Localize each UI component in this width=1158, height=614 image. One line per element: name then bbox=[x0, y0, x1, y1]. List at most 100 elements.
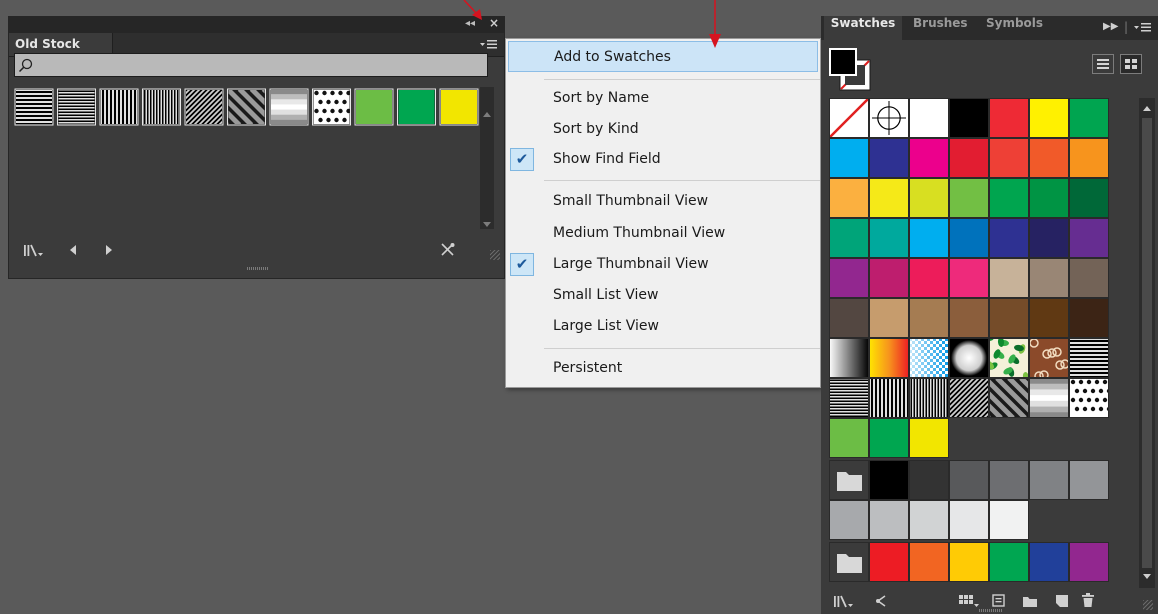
tools-icon[interactable] bbox=[440, 242, 456, 258]
tab-symbols[interactable]: Symbols bbox=[986, 16, 1043, 40]
swatch[interactable] bbox=[269, 88, 309, 126]
swatch[interactable] bbox=[984, 335, 1030, 382]
swatch[interactable] bbox=[829, 500, 869, 540]
old-stock-scrollbar[interactable] bbox=[480, 87, 494, 229]
swatch[interactable] bbox=[989, 500, 1029, 540]
swatch[interactable] bbox=[1029, 460, 1069, 500]
swatch[interactable] bbox=[829, 98, 869, 138]
scroll-down-arrow[interactable] bbox=[1143, 574, 1151, 579]
swatch[interactable] bbox=[1069, 378, 1111, 418]
swatch[interactable] bbox=[949, 542, 989, 582]
swatch[interactable] bbox=[869, 298, 909, 338]
library-menu-icon[interactable] bbox=[23, 242, 45, 258]
swatch[interactable] bbox=[829, 298, 869, 338]
swatch[interactable] bbox=[142, 88, 181, 126]
swatch[interactable] bbox=[989, 98, 1029, 138]
swatch[interactable] bbox=[1069, 542, 1109, 582]
swatch[interactable] bbox=[909, 138, 949, 178]
menu-item-medium-thumbnail-view[interactable]: Medium Thumbnail View bbox=[506, 218, 820, 249]
swatch[interactable] bbox=[1069, 298, 1109, 338]
resize-grip[interactable] bbox=[1143, 600, 1153, 610]
scroll-up-arrow[interactable] bbox=[1143, 106, 1151, 111]
swatch[interactable] bbox=[1029, 338, 1069, 380]
swatch-kind-icon[interactable] bbox=[873, 593, 889, 609]
panel-menu-icon[interactable] bbox=[1134, 21, 1154, 35]
panel-bottom-grip[interactable] bbox=[247, 267, 269, 270]
swatch[interactable] bbox=[949, 460, 989, 500]
swatch[interactable] bbox=[1069, 98, 1109, 138]
swatch[interactable] bbox=[949, 258, 989, 298]
scroll-up-arrow[interactable] bbox=[483, 112, 491, 117]
swatch[interactable] bbox=[869, 218, 909, 258]
swatch[interactable] bbox=[949, 178, 989, 218]
swatch[interactable] bbox=[869, 178, 909, 218]
swatch[interactable] bbox=[909, 338, 949, 378]
swatch[interactable] bbox=[989, 460, 1029, 500]
swatch[interactable] bbox=[949, 298, 989, 338]
swatch[interactable] bbox=[989, 298, 1029, 338]
swatch[interactable] bbox=[949, 338, 989, 378]
swatch[interactable] bbox=[909, 542, 949, 582]
swatch[interactable] bbox=[909, 378, 950, 418]
swatch[interactable] bbox=[949, 500, 989, 540]
swatch[interactable] bbox=[1029, 98, 1069, 138]
swatch[interactable] bbox=[829, 460, 869, 500]
menu-item-large-thumbnail-view[interactable]: ✔ Large Thumbnail View bbox=[506, 249, 820, 280]
swatch[interactable] bbox=[829, 258, 869, 298]
swatch[interactable] bbox=[869, 378, 909, 418]
swatch[interactable] bbox=[869, 98, 909, 138]
swatch[interactable] bbox=[909, 178, 949, 218]
swatch[interactable] bbox=[869, 258, 909, 298]
collapse-panel-icon[interactable]: ▶▶ bbox=[1103, 21, 1118, 32]
swatch[interactable] bbox=[1029, 178, 1069, 218]
swatch[interactable] bbox=[989, 218, 1029, 258]
swatch[interactable] bbox=[989, 542, 1029, 582]
swatch[interactable] bbox=[869, 460, 909, 500]
swatch[interactable] bbox=[14, 88, 54, 126]
swatch[interactable] bbox=[829, 338, 869, 378]
swatch[interactable] bbox=[869, 500, 909, 540]
swatch[interactable] bbox=[949, 218, 989, 258]
scroll-thumb[interactable] bbox=[1142, 118, 1152, 568]
swatch[interactable] bbox=[909, 418, 949, 458]
swatch[interactable] bbox=[989, 178, 1029, 218]
swatches-scrollbar[interactable] bbox=[1139, 98, 1155, 588]
swatch[interactable] bbox=[989, 258, 1029, 298]
new-swatch-icon[interactable] bbox=[1054, 593, 1070, 609]
delete-swatch-icon[interactable] bbox=[1080, 592, 1096, 608]
next-library-button[interactable] bbox=[106, 245, 112, 255]
swatch[interactable] bbox=[829, 178, 869, 218]
menu-item-small-thumbnail-view[interactable]: Small Thumbnail View bbox=[506, 186, 820, 217]
swatch[interactable] bbox=[949, 138, 989, 178]
swatch[interactable] bbox=[1069, 338, 1109, 378]
menu-item-sort-by-name[interactable]: Sort by Name bbox=[506, 83, 820, 114]
thumbnail-view-button[interactable] bbox=[1120, 54, 1142, 74]
scroll-down-arrow[interactable] bbox=[483, 222, 491, 227]
swatch[interactable] bbox=[1069, 258, 1109, 298]
swatch[interactable] bbox=[869, 338, 909, 378]
menu-item-small-list-view[interactable]: Small List View bbox=[506, 280, 820, 311]
tab-brushes[interactable]: Brushes bbox=[913, 16, 968, 40]
swatch[interactable] bbox=[99, 88, 139, 126]
swatch[interactable] bbox=[312, 88, 355, 126]
menu-item-show-find-field[interactable]: ✔ Show Find Field bbox=[506, 144, 820, 175]
previous-library-button[interactable] bbox=[70, 245, 76, 255]
swatch[interactable] bbox=[829, 378, 869, 419]
swatch[interactable] bbox=[1029, 138, 1069, 178]
show-swatch-kinds-icon[interactable] bbox=[958, 593, 980, 609]
swatch[interactable] bbox=[1029, 258, 1069, 298]
swatch[interactable] bbox=[397, 88, 436, 126]
swatch[interactable] bbox=[869, 138, 909, 178]
swatch[interactable] bbox=[1069, 218, 1109, 258]
swatch[interactable] bbox=[354, 88, 394, 126]
swatch[interactable] bbox=[1029, 542, 1069, 582]
swatch[interactable] bbox=[829, 418, 869, 458]
swatch[interactable] bbox=[1069, 178, 1109, 218]
tab-swatches[interactable]: Swatches bbox=[824, 16, 902, 40]
swatch[interactable] bbox=[949, 98, 989, 138]
swatch[interactable] bbox=[1029, 298, 1069, 338]
menu-item-sort-by-kind[interactable]: Sort by Kind bbox=[506, 114, 820, 145]
find-field-input[interactable] bbox=[14, 53, 488, 77]
swatch[interactable] bbox=[1069, 138, 1109, 178]
swatch[interactable] bbox=[869, 418, 909, 458]
